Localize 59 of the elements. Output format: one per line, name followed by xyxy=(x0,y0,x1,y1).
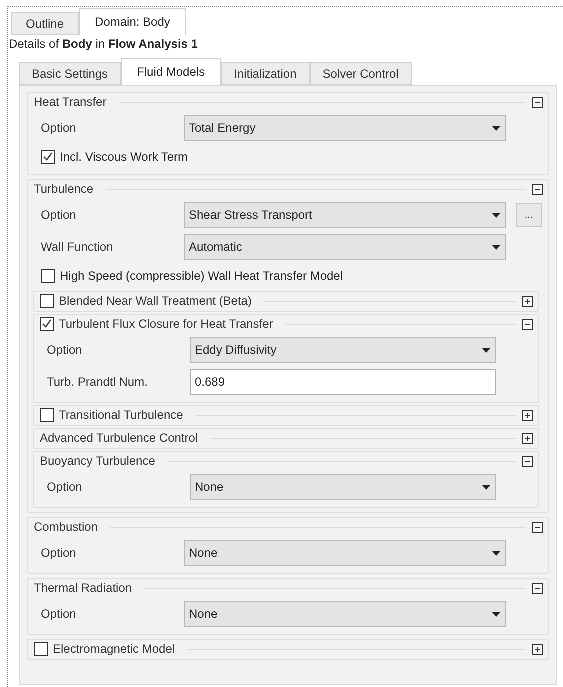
field-label: Option xyxy=(47,479,84,496)
dropdown[interactable]: Shear Stress Transport xyxy=(184,202,506,228)
tab[interactable]: Domain: Body xyxy=(79,8,186,35)
checkbox[interactable] xyxy=(41,269,55,283)
group-title: Turbulence xyxy=(34,181,94,198)
caret-icon xyxy=(492,126,501,130)
dropdown[interactable]: None xyxy=(184,601,506,627)
field-label: Option xyxy=(41,606,78,623)
collapse-icon[interactable] xyxy=(522,456,533,466)
field-label: Option xyxy=(47,342,84,359)
group-title: Advanced Turbulence Control xyxy=(40,430,198,447)
tab[interactable]: Solver Control xyxy=(310,62,412,85)
dropdown[interactable]: Total Energy xyxy=(184,115,506,141)
collapse-icon[interactable] xyxy=(532,582,543,594)
expand-icon[interactable] xyxy=(532,644,543,654)
group-title: Combustion xyxy=(34,519,98,536)
details-heading: Details of Body in Flow Analysis 1 xyxy=(9,36,199,53)
group-title: Transitional Turbulence xyxy=(59,407,184,424)
dropdown[interactable]: Eddy Diffusivity xyxy=(190,337,496,363)
tab[interactable]: Fluid Models xyxy=(121,58,222,85)
caret-icon xyxy=(492,244,501,250)
more-button[interactable]: ... xyxy=(516,203,542,227)
checkbox[interactable] xyxy=(41,150,55,164)
field-label: Option xyxy=(41,545,78,562)
group-title: Turbulent Flux Closure for Heat Transfer xyxy=(59,316,274,333)
input-field[interactable]: 0.689 xyxy=(190,369,496,395)
expand-icon[interactable] xyxy=(522,432,533,444)
caret-icon xyxy=(482,484,491,490)
group-title: Thermal Radiation xyxy=(34,580,132,597)
collapse-icon[interactable] xyxy=(532,96,543,108)
checkbox-label: High Speed (compressible) Wall Heat Transfer Model xyxy=(60,268,344,285)
caret-icon xyxy=(492,612,501,616)
field-label: Turb. Prandtl Num. xyxy=(47,374,149,391)
field-label: Option xyxy=(41,207,78,224)
checkbox[interactable] xyxy=(40,294,54,308)
collapse-icon[interactable] xyxy=(532,184,543,194)
expand-icon[interactable] xyxy=(522,410,533,420)
group-title: Heat Transfer xyxy=(34,94,107,111)
field-label: Option xyxy=(41,120,78,137)
dropdown[interactable]: None xyxy=(190,474,496,500)
group-title: Blended Near Wall Treatment (Beta) xyxy=(59,293,252,310)
field-label: Wall Function xyxy=(41,239,114,256)
dropdown[interactable]: Automatic xyxy=(184,234,506,260)
dropdown[interactable]: None xyxy=(184,540,506,566)
checkbox-label: Incl. Viscous Work Term xyxy=(60,149,188,166)
tab[interactable]: Outline xyxy=(11,12,80,35)
group-title: Electromagnetic Model xyxy=(53,641,176,658)
caret-icon xyxy=(482,348,491,352)
group-title: Buoyancy Turbulence xyxy=(40,453,156,470)
checkbox[interactable] xyxy=(40,317,54,331)
tab[interactable]: Basic Settings xyxy=(19,62,122,85)
tab[interactable]: Initialization xyxy=(221,62,310,85)
caret-icon xyxy=(492,550,501,556)
collapse-icon[interactable] xyxy=(522,318,533,330)
collapse-icon[interactable] xyxy=(532,522,543,532)
checkbox[interactable] xyxy=(34,642,48,656)
caret-icon xyxy=(492,212,501,218)
expand-icon[interactable] xyxy=(522,296,533,306)
checkbox[interactable] xyxy=(40,408,54,422)
